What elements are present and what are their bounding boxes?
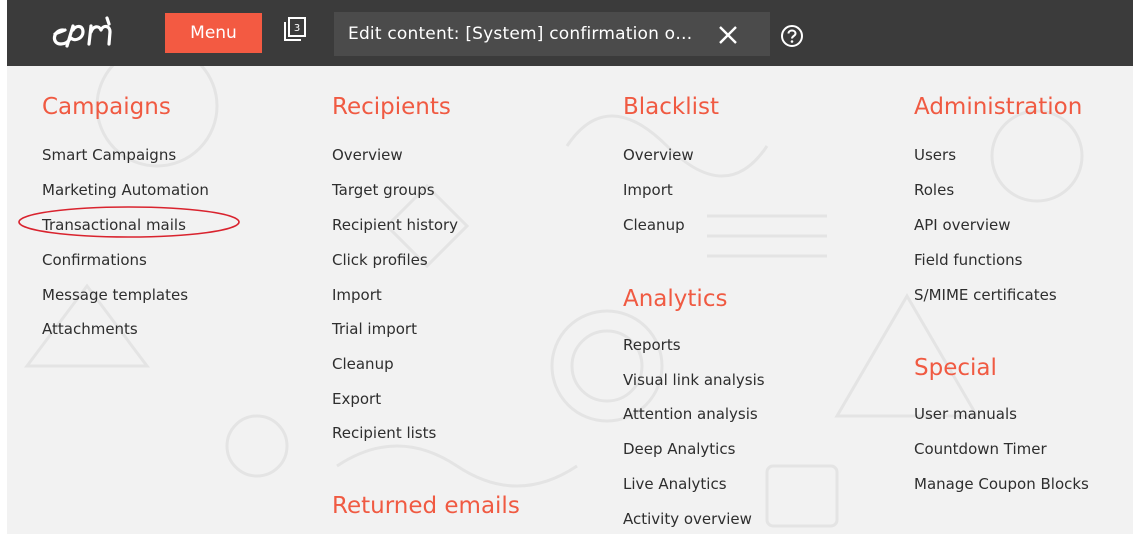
app-frame: Menu 3 Edit content: [System] confirmati… [7,0,1133,534]
recipients-item-overview[interactable]: Overview [332,146,403,164]
administration-item-roles[interactable]: Roles [914,181,954,199]
analytics-item-activity-overview[interactable]: Activity overview [623,510,752,528]
special-item-manage-coupon-blocks[interactable]: Manage Coupon Blocks [914,475,1089,493]
administration-heading: Administration [914,94,1083,120]
close-icon[interactable] [717,24,739,46]
analytics-item-deep-analytics[interactable]: Deep Analytics [623,440,735,458]
administration-item-smime-certificates[interactable]: S/MIME certificates [914,286,1057,304]
campaigns-item-message-templates[interactable]: Message templates [42,286,188,304]
tabs-count: 3 [294,23,300,34]
menu-button-label: Menu [190,23,237,43]
menu-button[interactable]: Menu [165,13,262,53]
recipients-item-recipient-lists[interactable]: Recipient lists [332,424,436,442]
recipients-heading: Recipients [332,94,451,120]
recipients-item-recipient-history[interactable]: Recipient history [332,216,458,234]
special-item-user-manuals[interactable]: User manuals [914,405,1017,423]
returned-emails-heading: Returned emails [332,493,520,519]
episerver-logo [52,16,112,48]
blacklist-heading: Blacklist [623,94,720,120]
open-tabs-icon[interactable]: 3 [281,15,309,43]
analytics-item-reports[interactable]: Reports [623,336,681,354]
edit-content-title: Edit content: [System] confirmation o… [348,24,693,44]
analytics-item-live-analytics[interactable]: Live Analytics [623,475,727,493]
recipients-item-import[interactable]: Import [332,286,382,304]
help-icon[interactable] [780,24,804,48]
blacklist-item-cleanup[interactable]: Cleanup [623,216,685,234]
edit-content-tab[interactable]: Edit content: [System] confirmation o… [334,12,803,56]
administration-item-field-functions[interactable]: Field functions [914,251,1022,269]
administration-item-users[interactable]: Users [914,146,956,164]
campaigns-item-attachments[interactable]: Attachments [42,320,138,338]
analytics-item-attention-analysis[interactable]: Attention analysis [623,405,758,423]
administration-item-api-overview[interactable]: API overview [914,216,1011,234]
highlight-ellipse [18,206,240,238]
campaigns-item-confirmations[interactable]: Confirmations [42,251,147,269]
special-item-countdown-timer[interactable]: Countdown Timer [914,440,1047,458]
campaigns-item-smart-campaigns[interactable]: Smart Campaigns [42,146,176,164]
blacklist-item-import[interactable]: Import [623,181,673,199]
recipients-item-trial-import[interactable]: Trial import [332,320,417,338]
blacklist-item-overview[interactable]: Overview [623,146,694,164]
special-heading: Special [914,355,997,381]
recipients-item-click-profiles[interactable]: Click profiles [332,251,428,269]
campaigns-heading: Campaigns [42,94,171,120]
recipients-item-target-groups[interactable]: Target groups [332,181,435,199]
recipients-item-export[interactable]: Export [332,390,381,408]
analytics-heading: Analytics [623,286,728,312]
campaigns-item-marketing-automation[interactable]: Marketing Automation [42,181,209,199]
top-bar: Menu 3 Edit content: [System] confirmati… [7,0,1133,66]
analytics-item-visual-link-analysis[interactable]: Visual link analysis [623,371,765,389]
recipients-item-cleanup[interactable]: Cleanup [332,355,394,373]
